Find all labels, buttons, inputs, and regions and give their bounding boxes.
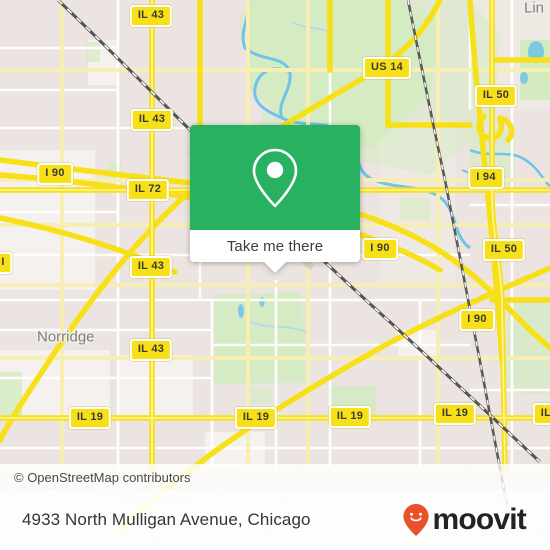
road-shield-il-43[interactable]: IL 43 xyxy=(129,256,173,278)
road-shield-il-19[interactable]: IL 19 xyxy=(328,406,372,428)
map-screenshot: Norridge Lin IL 43 IL 43 IL 43 IL 43 US … xyxy=(0,0,550,550)
popup-action-row[interactable]: Take me there xyxy=(190,230,360,273)
road-shield-il-43[interactable]: IL 43 xyxy=(130,109,174,131)
address-label: 4933 North Mulligan Avenue, Chicago xyxy=(22,510,311,529)
road-shield-il-50[interactable]: IL 50 xyxy=(482,239,526,261)
map-attribution-bar: © OpenStreetMap contributors xyxy=(0,464,550,490)
place-label-lincolnwood: Lin xyxy=(524,0,545,17)
road-shield-i-90[interactable]: I 90 xyxy=(362,238,398,260)
road-shield-us-14[interactable]: US 14 xyxy=(362,57,412,79)
road-shield-i-90[interactable]: I 90 xyxy=(459,309,495,331)
popup-pin-area xyxy=(190,125,360,230)
road-shield-i-90[interactable]: I 90 xyxy=(37,163,73,185)
road-shield-il-19[interactable]: IL 19 xyxy=(234,407,278,429)
popup-pointer-tail xyxy=(264,262,286,273)
place-label-norridge: Norridge xyxy=(37,328,95,346)
road-shield-il-43[interactable]: IL 43 xyxy=(129,5,173,27)
moovit-wordmark: moovit xyxy=(432,503,526,536)
road-shield-il-43[interactable]: IL 43 xyxy=(129,339,173,361)
take-me-there-label: Take me there xyxy=(226,237,324,255)
road-shield-il-19[interactable]: IL 19 xyxy=(433,403,477,425)
road-shield-il-clipped[interactable]: IL xyxy=(532,403,550,425)
road-shield-il-19[interactable]: IL 19 xyxy=(68,407,112,429)
map-pin-icon xyxy=(252,148,298,207)
footer-bar: 4933 North Mulligan Avenue, Chicago moov… xyxy=(0,490,550,550)
road-shield-i-clipped[interactable]: I xyxy=(0,252,13,274)
moovit-logo[interactable]: moovit xyxy=(402,503,527,537)
take-me-there-popup[interactable]: Take me there xyxy=(190,125,360,273)
road-shield-i-94[interactable]: I 94 xyxy=(468,167,504,189)
moovit-smiley-pin-icon xyxy=(403,504,430,536)
osm-attribution-text[interactable]: © OpenStreetMap contributors xyxy=(14,470,191,485)
road-shield-il-50[interactable]: IL 50 xyxy=(474,85,518,107)
road-shield-il-72[interactable]: IL 72 xyxy=(126,179,170,201)
